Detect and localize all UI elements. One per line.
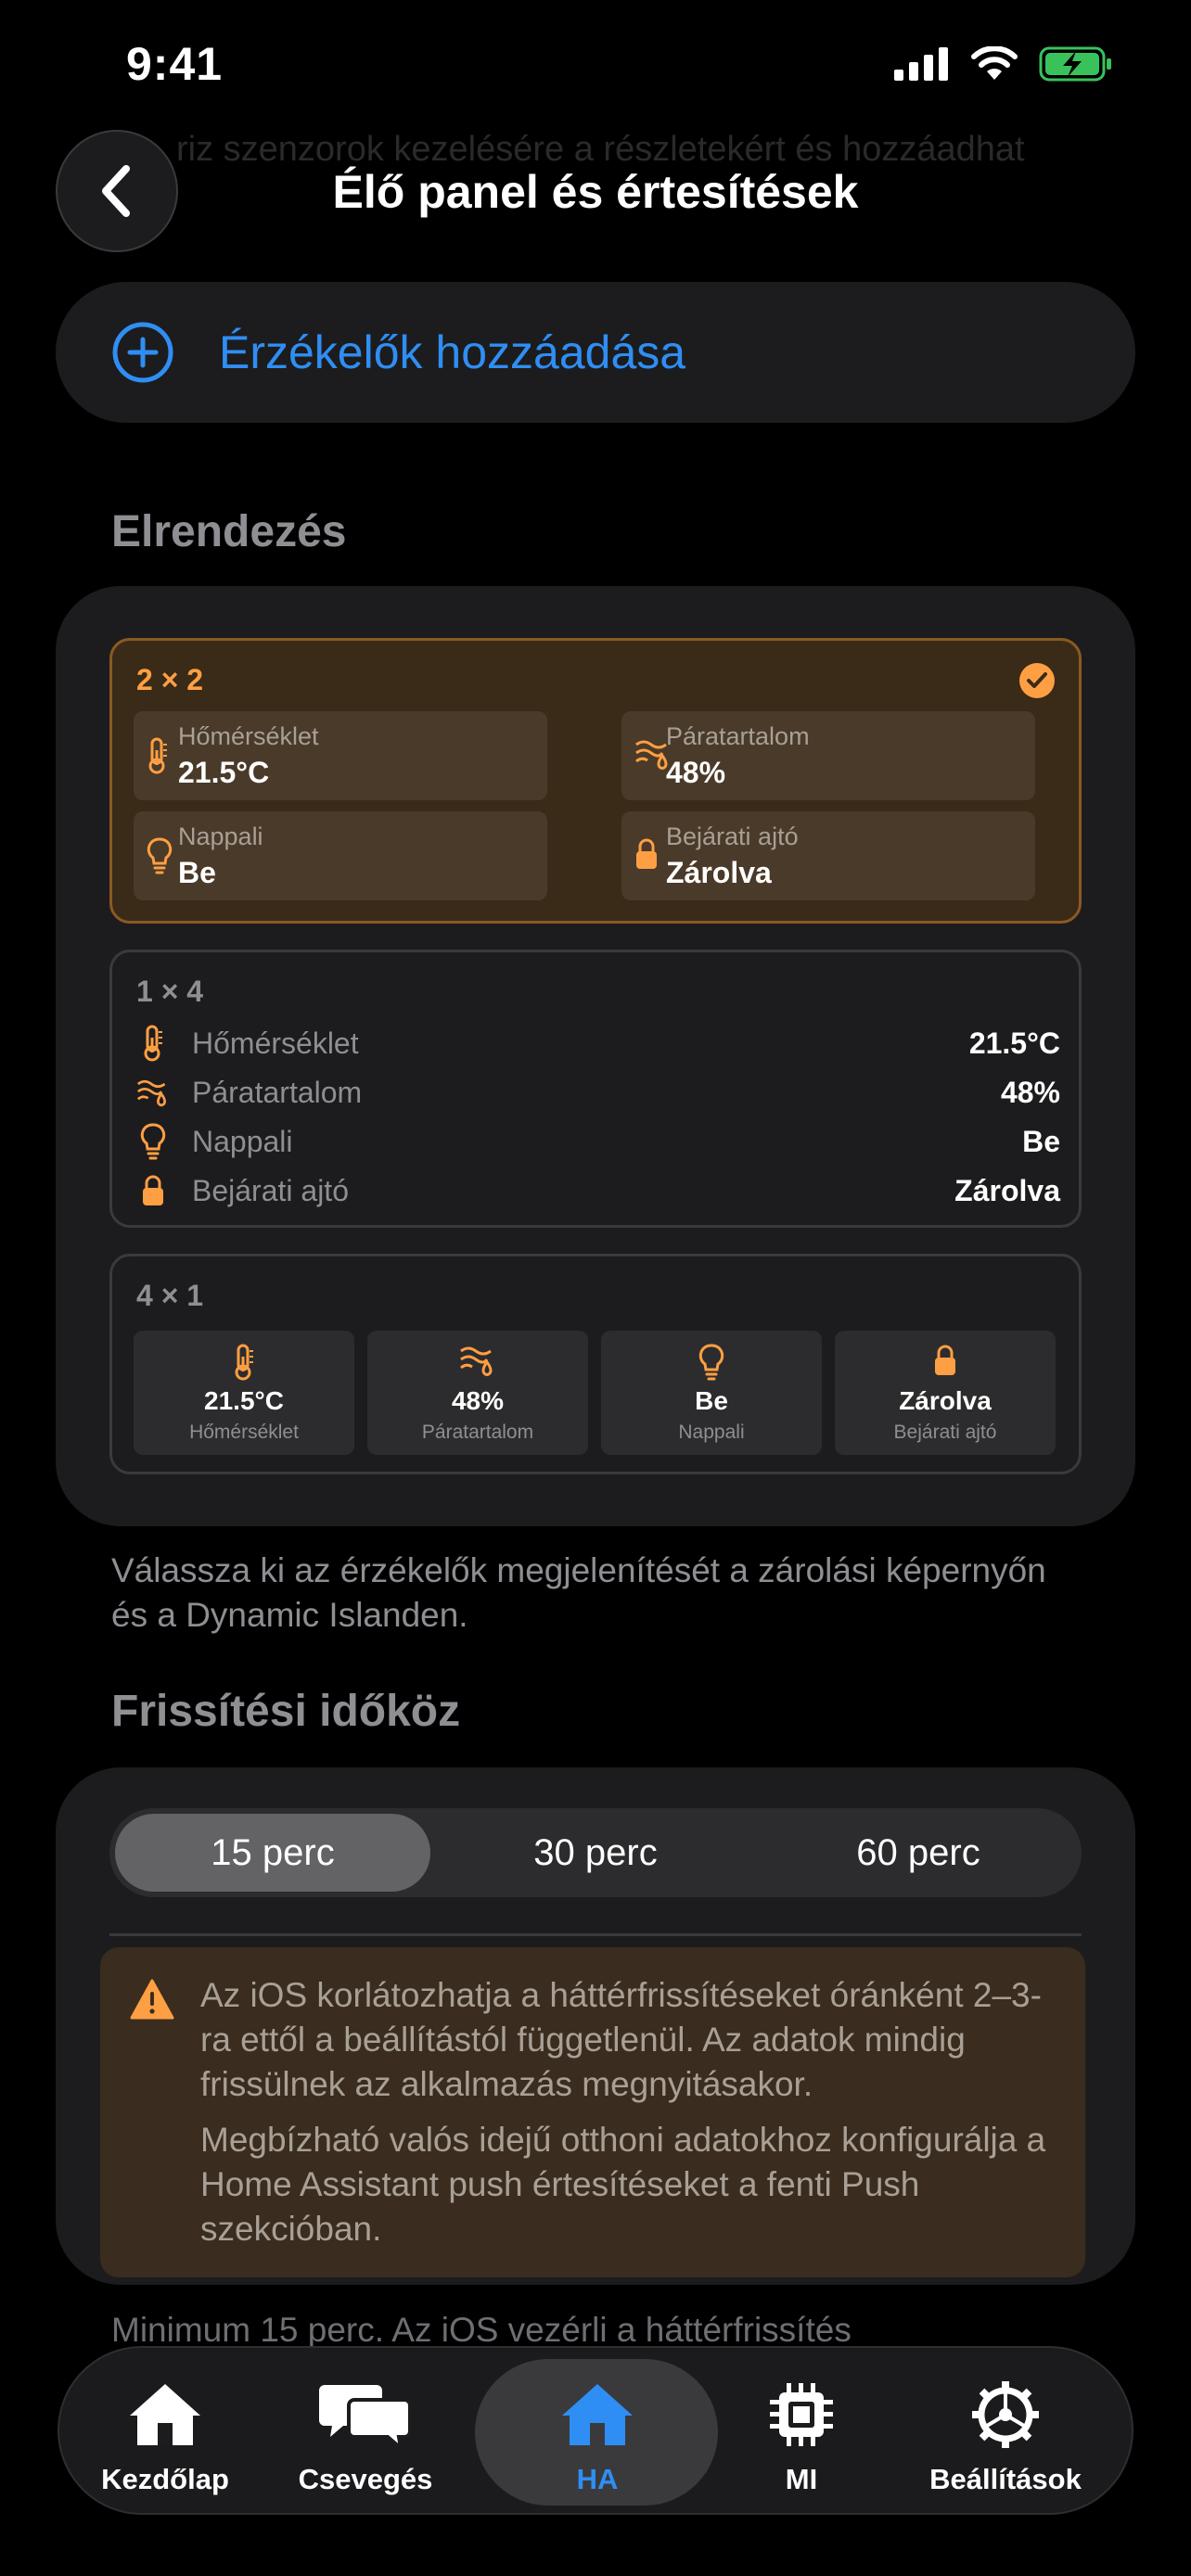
row-value: Be <box>1022 1124 1060 1158</box>
tile-value: 48% <box>666 756 726 789</box>
divider <box>109 1933 1082 1936</box>
cellular-signal-icon <box>894 47 948 81</box>
add-sensors-button[interactable]: Érzékelők hozzáadása <box>56 282 1135 423</box>
column-tile-label: Bejárati ajtó <box>893 1422 997 1443</box>
row-value: Zárolva <box>954 1173 1060 1207</box>
column-tile-front-door: Zárolva Bejárati ajtó <box>835 1331 1056 1455</box>
column-tile-temperature: 21.5°C Hőmérséklet <box>134 1331 354 1455</box>
column-tile-value: 21.5°C <box>204 1386 284 1415</box>
tab-settings[interactable]: Beállítások <box>902 2348 1109 2517</box>
tile-value: 21.5°C <box>178 756 270 789</box>
segment-60[interactable]: 60 perc <box>761 1814 1076 1892</box>
tab-bar: Kezdőlap Csevegés HA MI Beállítások <box>58 2346 1133 2515</box>
humidity-icon <box>136 1076 170 1109</box>
warning-paragraph-1: Az iOS korlátozhatja a háttérfrissítések… <box>200 1976 1042 2103</box>
home-assistant-icon <box>558 2376 636 2454</box>
gear-icon <box>970 2376 1041 2454</box>
ios-limit-warning: Az iOS korlátozhatja a háttérfrissítések… <box>100 1947 1085 2277</box>
refresh-footnote: Minimum 15 perc. Az iOS vezérli a háttér… <box>111 2311 852 2349</box>
lightbulb-icon <box>601 1344 822 1381</box>
page-title: Élő panel és értesítések <box>332 166 859 218</box>
layout-option-2x2[interactable]: 2 × 2 Hőmérséklet 21.5°C Páratartalom 48… <box>109 638 1082 924</box>
tab-chat[interactable]: Csevegés <box>262 2348 469 2517</box>
tab-label: Kezdőlap <box>101 2463 229 2495</box>
plus-circle-icon <box>112 322 173 383</box>
column-tile-value: Zárolva <box>899 1386 992 1415</box>
refresh-interval-segmented-control: 15 perc 30 perc 60 perc <box>109 1808 1082 1897</box>
layout-option-1x4[interactable]: 1 × 4 Hőmérséklet 21.5°C Páratartalom 48… <box>109 950 1082 1228</box>
status-icons <box>894 46 1113 82</box>
scrolled-ghost-text: riz szenzorok kezelésére a részletekért … <box>176 130 1025 169</box>
warning-text: Az iOS korlátozhatja a háttérfrissítések… <box>200 1973 1063 2251</box>
tile-label: Páratartalom <box>666 722 810 750</box>
lock-icon <box>835 1344 1056 1377</box>
row-label: Hőmérséklet <box>192 1026 359 1060</box>
layout-option-title: 1 × 4 <box>136 975 204 1008</box>
tile-label: Nappali <box>178 823 263 850</box>
chat-bubbles-icon <box>319 2376 412 2454</box>
thermometer-icon <box>134 1344 354 1381</box>
thermometer-icon <box>136 1025 170 1062</box>
segment-15[interactable]: 15 perc <box>115 1814 430 1892</box>
layout-footnote: Válassza ki az érzékelők megjelenítését … <box>111 1551 1046 1634</box>
tab-home[interactable]: Kezdőlap <box>61 2348 269 2517</box>
layout-section-title: Elrendezés <box>111 507 347 556</box>
tile-label: Bejárati ajtó <box>666 823 799 850</box>
lightbulb-icon <box>147 837 173 874</box>
segment-30[interactable]: 30 perc <box>438 1814 753 1892</box>
row-value: 48% <box>1000 1075 1060 1109</box>
warning-triangle-icon <box>130 1979 174 2020</box>
tile-temperature: Hőmérséklet 21.5°C <box>134 711 547 800</box>
lightbulb-icon <box>136 1123 170 1160</box>
layout-option-4x1[interactable]: 4 × 1 21.5°C Hőmérséklet 48% Páratartalo… <box>109 1254 1082 1474</box>
row-label: Bejárati ajtó <box>192 1173 349 1207</box>
wifi-icon <box>971 46 1018 80</box>
column-tile-humidity: 48% Páratartalom <box>367 1331 588 1455</box>
tile-humidity: Páratartalom 48% <box>621 711 1035 800</box>
row-label: Páratartalom <box>192 1075 363 1109</box>
warning-paragraph-2: Megbízható valós idejű otthoni adatokhoz… <box>200 2121 1046 2248</box>
lock-icon <box>136 1174 170 1207</box>
tile-value: Be <box>178 856 216 889</box>
add-sensors-label: Érzékelők hozzáadása <box>219 326 686 378</box>
column-tile-living-room: Be Nappali <box>601 1331 822 1455</box>
tab-label: HA <box>576 2463 619 2495</box>
list-row-living-room: Nappali Be <box>136 1117 1060 1166</box>
row-label: Nappali <box>192 1124 293 1158</box>
tile-living-room: Nappali Be <box>134 811 547 900</box>
column-tile-label: Hőmérséklet <box>189 1422 299 1443</box>
lock-icon <box>634 837 659 871</box>
row-value: 21.5°C <box>968 1026 1060 1060</box>
list-row-humidity: Páratartalom 48% <box>136 1068 1060 1116</box>
tab-label: Csevegés <box>298 2463 433 2495</box>
layout-option-title: 2 × 2 <box>136 663 204 696</box>
list-row-front-door: Bejárati ajtó Zárolva <box>136 1167 1060 1215</box>
tile-front-door: Bejárati ajtó Zárolva <box>621 811 1035 900</box>
column-tile-label: Nappali <box>678 1422 745 1443</box>
house-icon <box>126 2376 204 2454</box>
tile-label: Hőmérséklet <box>178 722 319 750</box>
humidity-icon <box>367 1344 588 1377</box>
checkmark-icon <box>1019 663 1055 698</box>
tab-label: Beállítások <box>929 2463 1082 2495</box>
tab-label: MI <box>785 2463 818 2495</box>
column-tile-value: 48% <box>451 1386 505 1415</box>
list-row-temperature: Hőmérséklet 21.5°C <box>136 1019 1060 1067</box>
layout-option-title: 4 × 1 <box>136 1279 204 1312</box>
tile-value: Zárolva <box>666 856 772 889</box>
battery-charging-icon <box>1039 46 1111 82</box>
thermometer-icon <box>147 737 169 774</box>
refresh-section-title: Frissítési időköz <box>111 1687 461 1736</box>
chip-icon <box>768 2376 835 2454</box>
tab-ha[interactable]: HA <box>493 2348 701 2517</box>
column-tile-value: Be <box>695 1386 728 1415</box>
status-time: 9:41 <box>126 38 224 90</box>
column-tile-label: Páratartalom <box>421 1422 534 1443</box>
tab-ai[interactable]: MI <box>698 2348 905 2517</box>
